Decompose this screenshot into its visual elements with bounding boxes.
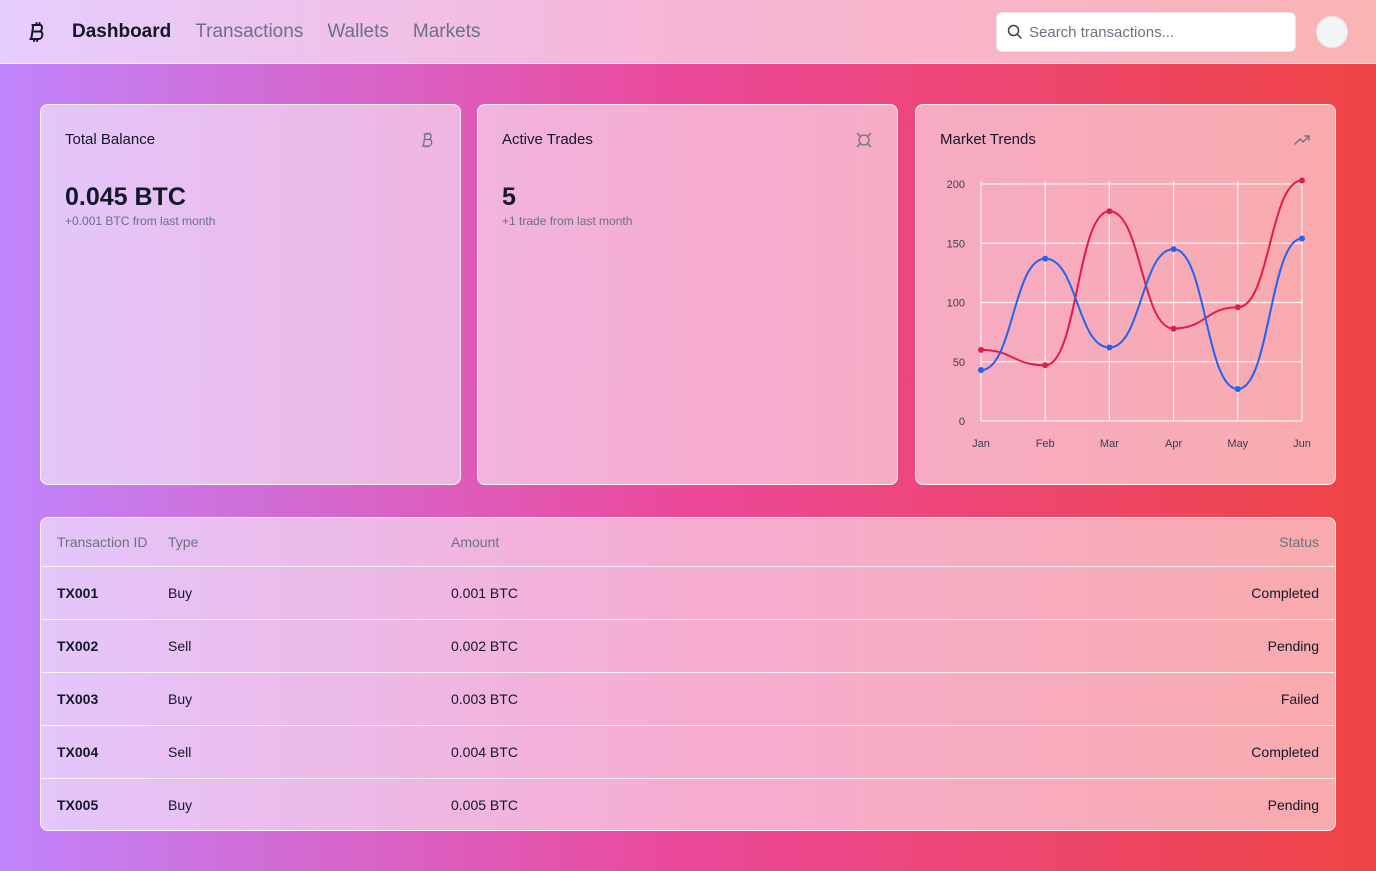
x-tick-label: May	[1227, 438, 1248, 450]
nav-wallets[interactable]: Wallets	[327, 20, 389, 44]
data-point	[1106, 208, 1113, 215]
market-trends-card: Market Trends 0 50 100 150 200 Jan Feb Mar Apr Ma…	[915, 104, 1336, 485]
data-point	[1170, 246, 1177, 253]
cell-status: Pending	[883, 619, 1335, 673]
cell-id: TX004	[41, 725, 152, 779]
cell-amount: 0.004 BTC	[435, 725, 884, 779]
cell-amount: 0.005 BTC	[451, 796, 518, 813]
data-point	[1299, 177, 1305, 184]
cell-amount: 0.003 BTC	[435, 672, 884, 726]
cell-id: TX003	[41, 672, 152, 726]
cell-id: TX005	[57, 796, 99, 813]
y-tick-label: 200	[947, 179, 965, 191]
main-nav: Dashboard Transactions Wallets Markets	[72, 20, 480, 44]
data-point	[1234, 386, 1241, 393]
search-input[interactable]	[1029, 13, 1289, 51]
y-tick-label: 50	[953, 357, 965, 369]
total-balance-card: Total Balance 0.045 BTC +0.001 BTC from …	[40, 104, 461, 485]
currency-icon	[856, 132, 872, 148]
header-type[interactable]: Type	[152, 518, 435, 567]
table-header-row: Transaction ID Type Amount Status	[41, 518, 1335, 567]
header-amount[interactable]: Amount	[435, 518, 884, 567]
card-title: Active Trades	[502, 131, 593, 148]
table-row[interactable]: TX002 Sell 0.002 BTC Pending	[41, 619, 1335, 673]
cell-status: Failed	[883, 672, 1335, 726]
table-row[interactable]: TX001 Buy 0.001 BTC Completed	[41, 566, 1335, 620]
data-point	[1299, 235, 1305, 242]
user-avatar[interactable]	[1316, 16, 1348, 48]
data-point	[1170, 325, 1177, 332]
trades-change: +1 trade from last month	[502, 214, 633, 228]
data-point	[1106, 344, 1113, 351]
cell-id: TX002	[41, 619, 152, 673]
cell-type: Buy	[152, 672, 435, 726]
y-tick-label: 100	[947, 298, 965, 310]
card-title: Total Balance	[65, 131, 156, 148]
transactions-table: Transaction ID Type Amount Status TX001 …	[40, 517, 1336, 831]
bitcoin-icon[interactable]	[26, 20, 46, 44]
cell-status: Completed	[883, 566, 1335, 620]
search-box	[996, 12, 1296, 52]
nav-markets[interactable]: Markets	[413, 20, 481, 44]
x-tick-label: Feb	[1036, 438, 1055, 450]
data-point	[1234, 304, 1241, 311]
search-icon	[1007, 24, 1022, 39]
data-point	[978, 367, 984, 374]
balance-value: 0.045 BTC	[65, 183, 186, 211]
table-row[interactable]: TX003 Buy 0.003 BTC Failed	[41, 672, 1335, 726]
y-tick-label: 150	[947, 238, 965, 250]
bitcoin-icon	[421, 132, 433, 148]
series-line-1	[980, 237, 1303, 391]
y-tick-label: 0	[959, 416, 965, 428]
trades-value: 5	[502, 183, 516, 211]
cell-type: Sell	[152, 725, 435, 779]
x-tick-label: Apr	[1165, 438, 1182, 450]
cell-status: Completed	[883, 725, 1335, 779]
nav-transactions[interactable]: Transactions	[195, 20, 303, 44]
cell-amount: 0.001 BTC	[435, 566, 884, 620]
data-point	[1042, 255, 1049, 262]
table-row[interactable]: TX005 Buy 0.005 BTC Pending	[41, 778, 1335, 830]
cell-amount: 0.002 BTC	[435, 619, 884, 673]
cell-type: Buy	[168, 796, 193, 813]
data-point	[978, 346, 984, 353]
active-trades-card: Active Trades 5 +1 trade from last month	[477, 104, 898, 485]
market-trends-chart: 0 50 100 150 200 Jan Feb Mar Apr May Jun	[947, 177, 1311, 450]
series-line-0	[980, 179, 1303, 367]
data-point	[1042, 362, 1049, 369]
table-row[interactable]: TX004 Sell 0.004 BTC Completed	[41, 725, 1335, 779]
nav-dashboard[interactable]: Dashboard	[72, 20, 171, 44]
balance-change: +0.001 BTC from last month	[65, 214, 216, 228]
x-tick-label: Jun	[1293, 438, 1311, 450]
top-navbar: Dashboard Transactions Wallets Markets	[0, 0, 1376, 64]
header-status[interactable]: Status	[883, 518, 1335, 567]
x-tick-label: Mar	[1100, 438, 1119, 450]
cell-id: TX001	[41, 566, 152, 620]
x-tick-label: Jan	[972, 438, 990, 450]
cell-status: Pending	[1267, 796, 1319, 813]
cell-type: Buy	[152, 566, 435, 620]
cell-type: Sell	[152, 619, 435, 673]
header-transaction-id[interactable]: Transaction ID	[41, 518, 152, 567]
